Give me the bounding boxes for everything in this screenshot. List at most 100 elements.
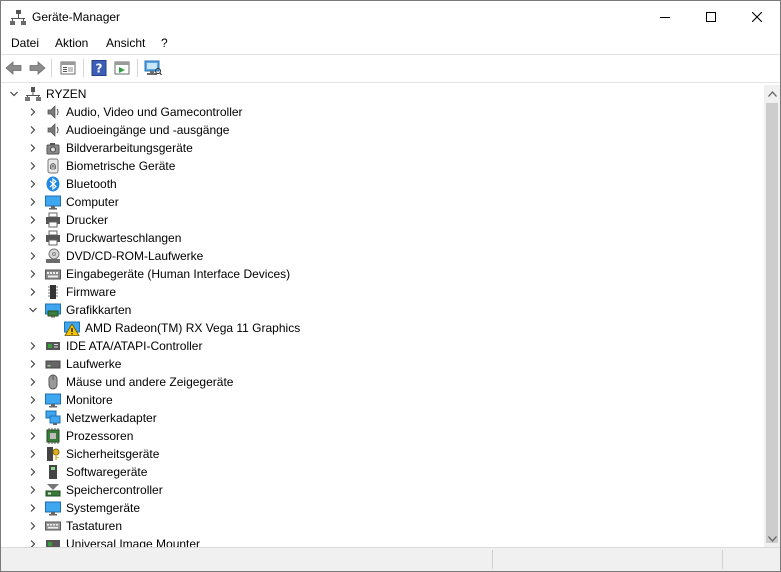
run-icon (114, 61, 130, 75)
tree-item-label: Firmware (66, 285, 116, 299)
tree-item-firmware[interactable]: Firmware (3, 283, 764, 301)
network-icon (45, 410, 61, 425)
chevron-right-icon (30, 126, 36, 134)
properties-icon (60, 61, 76, 75)
tree-item-disk-drives[interactable]: Laufwerke (3, 355, 764, 373)
software-device-icon (49, 465, 57, 479)
tree-item-label: Monitore (66, 393, 113, 407)
expander-collapsed[interactable] (27, 394, 39, 406)
tree-item-network[interactable]: Netzwerkadapter (3, 409, 764, 427)
tree-item-amd-radeon[interactable]: AMD Radeon(TM) RX Vega 11 Graphics (3, 319, 764, 337)
expander-collapsed[interactable] (27, 448, 39, 460)
tree-item-security[interactable]: Sicherheitsgeräte (3, 445, 764, 463)
expander-collapsed[interactable] (27, 502, 39, 514)
tree-item-printers[interactable]: Drucker (3, 211, 764, 229)
title-bar[interactable]: Geräte-Manager (1, 1, 780, 32)
properties-button[interactable] (57, 57, 79, 79)
expander-collapsed[interactable] (27, 520, 39, 532)
device-manager-app-icon (10, 10, 26, 25)
status-bar (1, 547, 780, 571)
device-tree[interactable]: RYZEN Audio, Video und Gamecontroller Au… (3, 85, 764, 547)
scan-hardware-button[interactable] (142, 57, 164, 79)
tree-item-keyboards[interactable]: Tastaturen (3, 517, 764, 535)
tree-item-bluetooth[interactable]: Bluetooth (3, 175, 764, 193)
chevron-down-icon (10, 91, 18, 97)
tree-item-audio-video[interactable]: Audio, Video und Gamecontroller (3, 103, 764, 121)
tree-item-label: Eingabegeräte (Human Interface Devices) (66, 267, 291, 281)
expander-collapsed[interactable] (27, 142, 39, 154)
tree-item-label: Bildverarbeitungsgeräte (66, 141, 193, 155)
expander-collapsed[interactable] (27, 268, 39, 280)
expander-collapsed[interactable] (27, 286, 39, 298)
minimize-icon (660, 16, 670, 18)
chevron-right-icon (30, 540, 36, 547)
expander-expanded[interactable] (8, 88, 20, 100)
menu-datei[interactable]: Datei (9, 35, 41, 51)
expander-collapsed[interactable] (27, 178, 39, 190)
scroll-up-button[interactable] (764, 85, 780, 102)
menu-help[interactable]: ? (159, 35, 170, 51)
close-button[interactable] (734, 1, 780, 32)
forward-button[interactable] (26, 57, 48, 79)
expander-collapsed[interactable] (27, 106, 39, 118)
tree-item-label: Grafikkarten (66, 303, 132, 317)
minimize-button[interactable] (642, 1, 688, 32)
expander-collapsed[interactable] (27, 160, 39, 172)
expander-collapsed[interactable] (27, 358, 39, 370)
expander-collapsed[interactable] (27, 250, 39, 262)
display-adapter-icon (45, 303, 61, 318)
expander-collapsed[interactable] (27, 484, 39, 496)
chevron-right-icon (30, 360, 36, 368)
monitor-icon (45, 195, 61, 210)
menu-aktion[interactable]: Aktion (53, 35, 90, 51)
expander-collapsed[interactable] (27, 340, 39, 352)
menu-ansicht[interactable]: Ansicht (104, 35, 147, 51)
tree-item-imaging[interactable]: Bildverarbeitungsgeräte (3, 139, 764, 157)
expander-expanded[interactable] (27, 304, 39, 316)
tree-item-label: Bluetooth (66, 177, 117, 191)
close-icon (752, 11, 762, 22)
tree-item-universal-image-mounter[interactable]: Universal Image Mounter (3, 535, 764, 547)
expander-collapsed[interactable] (27, 430, 39, 442)
device-manager-window: Geräte-Manager Datei Aktion Ansicht ? ? … (0, 0, 781, 572)
tree-item-computer[interactable]: Computer (3, 193, 764, 211)
tree-item-processors[interactable]: Prozessoren (3, 427, 764, 445)
tree-item-ide-ata[interactable]: IDE ATA/ATAPI-Controller (3, 337, 764, 355)
run-button[interactable] (111, 57, 133, 79)
expander-collapsed[interactable] (27, 466, 39, 478)
tree-item-hid[interactable]: Eingabegeräte (Human Interface Devices) (3, 265, 764, 283)
back-arrow-icon (5, 61, 22, 75)
keyboard-hid-icon (45, 269, 61, 280)
expander-collapsed[interactable] (27, 196, 39, 208)
expander-collapsed[interactable] (27, 538, 39, 547)
tree-item-software-devices[interactable]: Softwaregeräte (3, 463, 764, 481)
tree-item-display-adapters[interactable]: Grafikkarten (3, 301, 764, 319)
chevron-right-icon (30, 450, 36, 458)
vertical-scrollbar[interactable] (764, 85, 780, 547)
tree-item-monitors[interactable]: Monitore (3, 391, 764, 409)
tree-item-system-devices[interactable]: Systemgeräte (3, 499, 764, 517)
back-button[interactable] (3, 57, 25, 79)
storage-controller-icon (45, 484, 61, 497)
toolbar-separator (137, 59, 138, 77)
tree-item-label: RYZEN (46, 87, 87, 101)
tree-item-storage-controllers[interactable]: Speichercontroller (3, 481, 764, 499)
expander-collapsed[interactable] (27, 124, 39, 136)
help-button[interactable]: ? (88, 57, 110, 79)
tree-item-audio-io[interactable]: Audioeingänge und -ausgänge (3, 121, 764, 139)
maximize-button[interactable] (688, 1, 734, 32)
tree-item-mice[interactable]: Mäuse und andere Zeigegeräte (3, 373, 764, 391)
printer-icon (46, 230, 60, 246)
scroll-thumb[interactable] (766, 103, 778, 543)
tree-root-ryzen[interactable]: RYZEN (3, 85, 764, 103)
tree-item-biometric[interactable]: Biometrische Geräte (3, 157, 764, 175)
expander-collapsed[interactable] (27, 376, 39, 388)
tree-item-label: Mäuse und andere Zeigegeräte (66, 375, 234, 389)
scroll-down-button[interactable] (764, 530, 780, 547)
expander-collapsed[interactable] (27, 232, 39, 244)
expander-collapsed[interactable] (27, 214, 39, 226)
tree-item-dvd[interactable]: DVD/CD-ROM-Laufwerke (3, 247, 764, 265)
tree-item-print-queues[interactable]: Druckwarteschlangen (3, 229, 764, 247)
expander-collapsed[interactable] (27, 412, 39, 424)
scroll-down-arrow-icon (767, 535, 777, 542)
